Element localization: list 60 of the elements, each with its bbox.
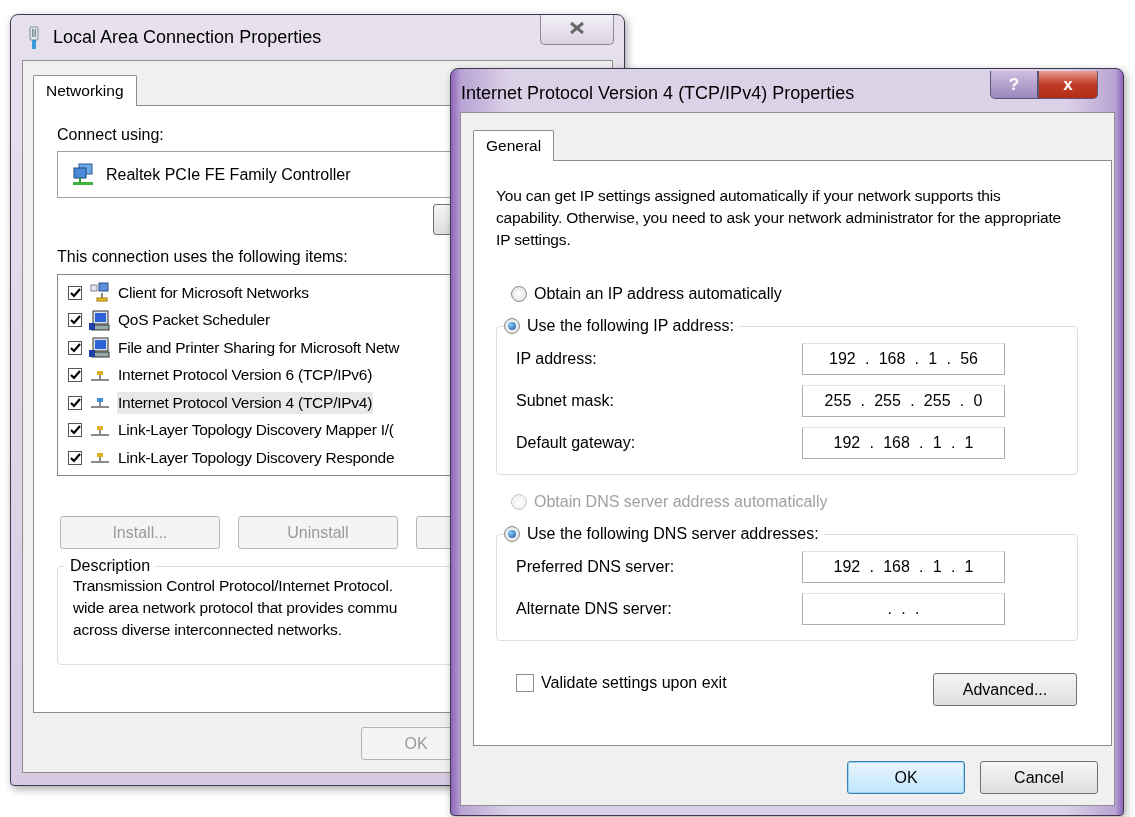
close-button[interactable] (540, 15, 614, 45)
ok-button[interactable]: OK (847, 761, 965, 794)
ip-address-field[interactable]: . . . (802, 593, 1005, 625)
advanced-button[interactable]: Advanced... (933, 673, 1077, 706)
checkmark-icon (69, 315, 81, 326)
tab[interactable]: Networking (33, 75, 137, 106)
list-item[interactable]: File and Printer Sharing for Microsoft Netw (117, 336, 401, 359)
checkmark-icon (69, 452, 81, 463)
checkbox[interactable] (68, 450, 82, 465)
network-adapter-icon (72, 162, 94, 187)
checkmark-icon (69, 425, 81, 436)
ip-address-field[interactable]: 192 . 168 . 1 . 1 (802, 551, 1005, 583)
list-item[interactable]: Client for Microsoft Networks (117, 281, 310, 304)
computer-icon (89, 309, 110, 331)
checkmark-icon (69, 342, 81, 353)
field-label: Subnet mask: (516, 392, 614, 410)
radio-button[interactable] (511, 286, 527, 302)
close-icon (569, 21, 585, 35)
network-client-icon (89, 282, 110, 304)
field-label: Connect using: (57, 126, 165, 144)
checkbox[interactable] (516, 673, 534, 692)
list-item[interactable]: Internet Protocol Version 4 (TCP/IPv4) (117, 391, 374, 414)
checkmark-icon (69, 370, 81, 381)
description-text: Transmission Control Protocol/Internet Protocol. wide area network protocol that provides commu across diverse interconnected networks. (73, 576, 398, 640)
cancel-button[interactable]: Cancel (980, 761, 1098, 794)
field-label: Default gateway: (516, 434, 636, 452)
radio-label[interactable]: Obtain an IP address automatically (534, 285, 782, 303)
checkbox[interactable] (68, 313, 82, 328)
list-item[interactable]: Link-Layer Topology Discovery Responde (117, 446, 396, 469)
checkbox[interactable] (68, 368, 82, 383)
checkbox[interactable] (68, 395, 82, 410)
adapter-name: Realtek PCIe FE Family Controller (106, 165, 351, 184)
checkmark-icon (69, 287, 81, 298)
tab[interactable]: General (473, 130, 555, 161)
network-plug-icon (27, 25, 41, 50)
field-label: Preferred DNS server: (516, 558, 675, 576)
radio-label[interactable]: Use the following DNS server addresses: (527, 525, 819, 543)
checkbox[interactable] (68, 340, 82, 355)
field-label: Alternate DNS server: (516, 600, 672, 618)
field-label: IP address: (516, 350, 597, 368)
ip-address-field[interactable]: 192 . 168 . 1 . 56 (802, 343, 1005, 375)
computer-icon (89, 337, 110, 359)
list-item[interactable]: QoS Packet Scheduler (117, 309, 271, 332)
radio-button[interactable] (504, 526, 520, 542)
checkbox-label[interactable]: Validate settings upon exit (541, 673, 727, 692)
checkbox[interactable] (68, 285, 82, 300)
list-item[interactable]: Link-Layer Topology Discovery Mapper I/( (117, 419, 395, 442)
list-item[interactable]: Internet Protocol Version 6 (TCP/IPv6) (117, 364, 374, 387)
intro-text: You can get IP settings assigned automatically if your network supports this capability. Otherwise, you need to ask your network administrator for the appropriate IP settings. (496, 186, 1063, 250)
radio-button[interactable] (504, 318, 520, 334)
window-title: Internet Protocol Version 4 (TCP/IPv4) Properties (461, 82, 855, 104)
checkmark-icon (69, 397, 81, 408)
ip-address-field[interactable]: 255 . 255 . 255 . 0 (802, 385, 1005, 417)
group-title: Description (69, 557, 152, 575)
ip-address-field[interactable]: 192 . 168 . 1 . 1 (802, 427, 1005, 459)
close-button[interactable]: x (1038, 71, 1098, 99)
radio-label[interactable]: Use the following IP address: (527, 317, 734, 335)
window-title: Local Area Connection Properties (53, 27, 322, 48)
list-label: This connection uses the following items: (57, 248, 349, 266)
checkbox[interactable] (68, 423, 82, 438)
